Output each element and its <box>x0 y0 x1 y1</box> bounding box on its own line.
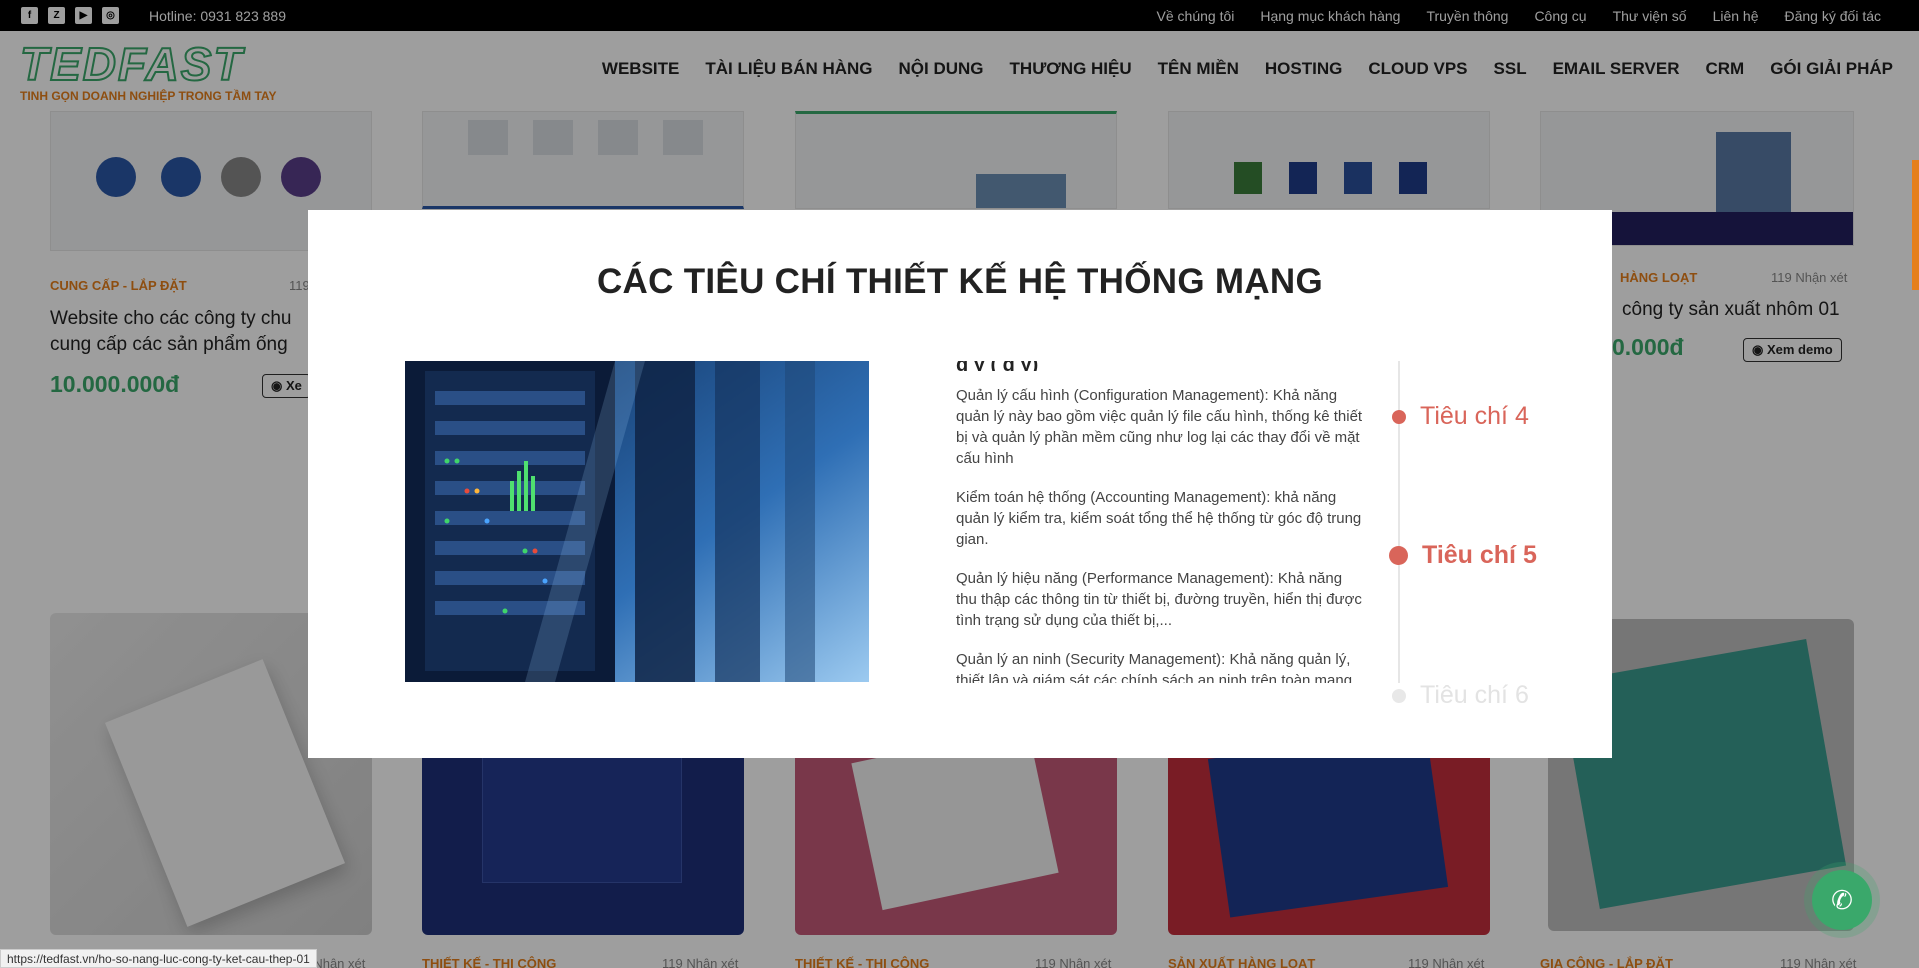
criteria-step-6[interactable]: Tiêu chí 6 <box>1391 681 1529 710</box>
timeline-dot <box>1392 688 1406 703</box>
criteria-description: g y ( g y) Quản lý cấu hình (Configurati… <box>956 361 1366 683</box>
phone-icon: ✆ <box>1831 884 1853 915</box>
server-rack-image <box>405 361 869 682</box>
criteria-step-label: Tiêu chí 5 <box>1422 541 1537 569</box>
criteria-paragraph: Quản lý hiệu năng (Performance Managemen… <box>956 570 1362 629</box>
criteria-paragraph: Quản lý an ninh (Security Management): K… <box>956 651 1353 683</box>
criteria-modal: CÁC TIÊU CHÍ THIẾT KẾ HỆ THỐNG MẠNG Quản… <box>308 210 1612 758</box>
criteria-step-5[interactable]: Tiêu chí 5 <box>1389 541 1537 570</box>
criteria-step-label: Tiêu chí 4 <box>1420 402 1529 430</box>
modal-title: CÁC TIÊU CHÍ THIẾT KẾ HỆ THỐNG MẠNG <box>596 262 1324 301</box>
criteria-paragraph: Kiểm toán hệ thống (Accounting Managemen… <box>956 489 1362 548</box>
timeline-dot <box>1389 546 1408 565</box>
criteria-step-label: Tiêu chí 6 <box>1420 681 1529 709</box>
timeline-dot <box>1392 409 1406 424</box>
link-status-bar: https://tedfast.vn/ho-so-nang-luc-cong-t… <box>0 949 317 968</box>
call-button[interactable]: ✆ <box>1812 870 1872 930</box>
criteria-step-4[interactable]: Tiêu chí 4 <box>1391 402 1529 431</box>
page-scrollbar[interactable] <box>1912 160 1919 290</box>
criteria-heading: g y ( g y) <box>956 361 1366 371</box>
criteria-paragraph: Quản lý cấu hình (Configuration Manageme… <box>956 387 1363 467</box>
